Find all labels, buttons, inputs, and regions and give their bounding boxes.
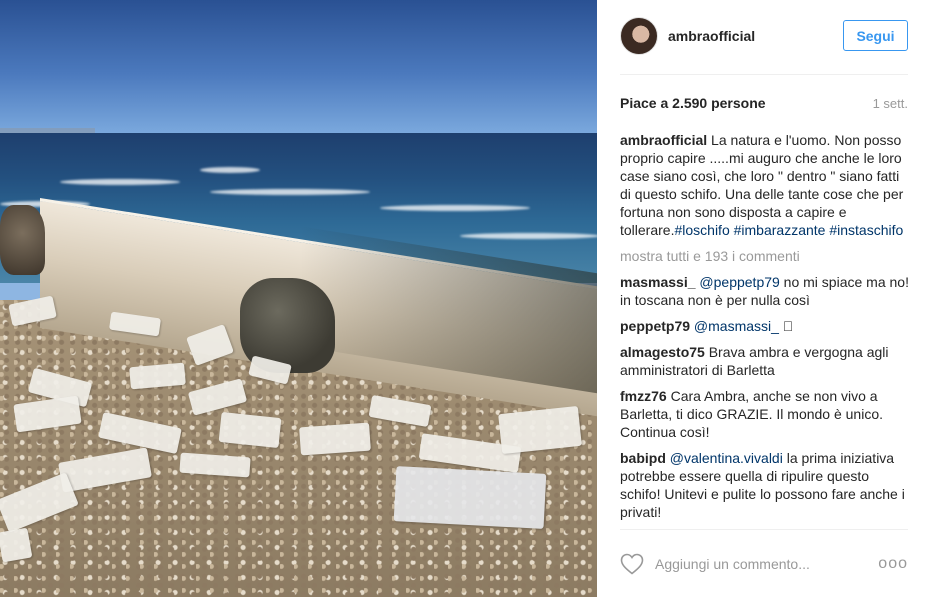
comment-username[interactable]: masmassi_ bbox=[620, 274, 696, 290]
post-footer: ooo bbox=[597, 529, 928, 597]
follow-button[interactable]: Segui bbox=[843, 20, 908, 51]
hashtag-link[interactable]: #loschifo bbox=[674, 222, 729, 238]
avatar[interactable] bbox=[620, 17, 658, 55]
post-photo[interactable] bbox=[0, 0, 597, 597]
comment-text: 🏻 bbox=[778, 318, 794, 334]
comment-username[interactable]: peppetp79 bbox=[620, 318, 690, 334]
heart-icon[interactable] bbox=[620, 553, 644, 575]
comment-mention[interactable]: @masmassi_ bbox=[694, 318, 779, 334]
more-options-icon[interactable]: ooo bbox=[878, 555, 908, 573]
post-username[interactable]: ambraofficial bbox=[668, 28, 755, 44]
hashtag-link[interactable]: #instaschifo bbox=[829, 222, 903, 238]
sky-area bbox=[0, 0, 597, 133]
comment-mention[interactable]: @peppetp79 bbox=[699, 274, 779, 290]
post-time[interactable]: 1 sett. bbox=[873, 96, 908, 111]
rock-left bbox=[0, 205, 45, 275]
caption-username[interactable]: ambraofficial bbox=[620, 132, 707, 148]
comment-username[interactable]: almagesto75 bbox=[620, 344, 705, 360]
comments-list: ambraofficial La natura e l'uomo. Non po… bbox=[620, 131, 910, 530]
likes-count[interactable]: Piace a 2.590 persone bbox=[620, 95, 766, 111]
post-header: ambraofficial Segui bbox=[597, 0, 928, 74]
comment-username[interactable]: babipd bbox=[620, 450, 666, 466]
header-divider bbox=[620, 74, 908, 75]
post-side-panel: ambraofficial Segui Piace a 2.590 person… bbox=[597, 0, 928, 597]
comment-item: masmassi_ @peppetp79 no mi spiace ma no!… bbox=[620, 273, 910, 309]
hashtag-link[interactable]: #imbarazzante bbox=[734, 222, 826, 238]
comment-item: almagesto75 Brava ambra e vergogna agli … bbox=[620, 343, 910, 379]
comment-item: babipd @valentina.vivaldi la prima inizi… bbox=[620, 449, 910, 521]
load-more-comments[interactable]: mostra tutti e 193 i commenti bbox=[620, 247, 910, 265]
comment-input[interactable] bbox=[655, 551, 875, 577]
comment-item: peppetp79 @masmassi_ 🏻 bbox=[620, 317, 910, 335]
comment-mention[interactable]: @valentina.vivaldi bbox=[670, 450, 783, 466]
comment-username[interactable]: fmzz76 bbox=[620, 388, 667, 404]
comment-item: fmzz76 Cara Ambra, anche se non vivo a B… bbox=[620, 387, 910, 441]
caption: ambraofficial La natura e l'uomo. Non po… bbox=[620, 131, 910, 239]
